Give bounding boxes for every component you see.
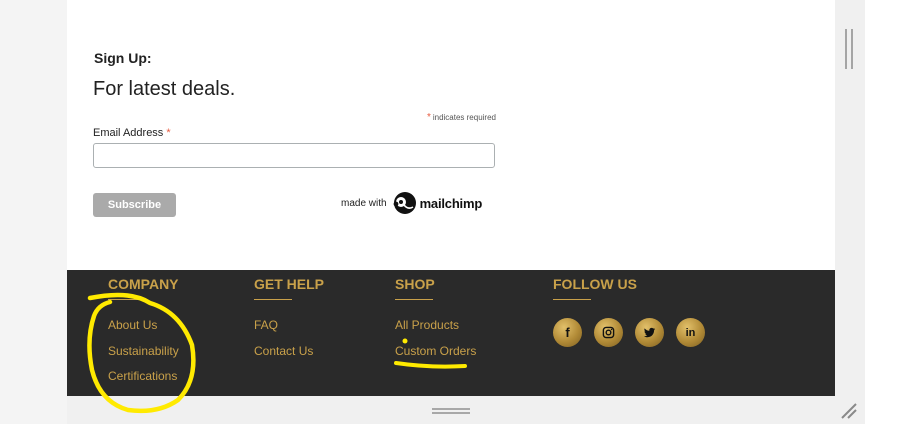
vertical-splitter-grip-icon[interactable] [845,29,855,69]
heading-underline [108,299,146,300]
footer-heading-company: COMPANY [108,276,179,292]
email-required-asterisk: * [166,127,171,139]
email-label-text: Email Address [93,127,164,139]
email-label: Email Address * [93,127,171,139]
signup-subheading: For latest deals. [93,78,236,100]
facebook-icon[interactable]: f [553,318,582,347]
footer-heading-get-help: GET HELP [254,276,325,292]
footer-link-certifications[interactable]: Certifications [108,369,179,395]
footer-link-all-products[interactable]: All Products [395,318,476,344]
heading-underline [395,299,433,300]
facebook-glyph: f [565,325,570,340]
linkedin-glyph: in [685,326,696,339]
twitter-glyph [643,327,656,338]
subscribe-button[interactable]: Subscribe [93,193,176,217]
footer-link-faq[interactable]: FAQ [254,318,324,344]
linkedin-icon[interactable]: in [676,318,705,347]
heading-underline [553,299,591,300]
footer-heading-follow-us: FOLLOW US [553,276,637,292]
footer-column-shop: SHOP All Products Custom Orders [395,276,476,369]
mailchimp-logo-icon [393,192,416,214]
instagram-glyph [602,326,615,339]
footer-link-sustainability[interactable]: Sustainability [108,344,179,370]
footer-link-custom-orders[interactable]: Custom Orders [395,344,476,370]
email-field[interactable] [93,143,495,168]
signup-form: Sign Up: For latest deals. * indicates re… [67,0,835,270]
required-note-text: indicates required [432,113,496,122]
footer-column-follow-us: FOLLOW US f in [553,276,717,347]
right-edge [865,0,904,424]
footer-column-get-help: GET HELP FAQ Contact Us [254,276,324,369]
mailchimp-wordmark: mailchimp [419,195,483,211]
footer-link-about-us[interactable]: About Us [108,318,179,344]
footer: COMPANY About Us Sustainability Certific… [67,270,835,396]
made-with-text: made with [341,197,387,209]
heading-underline [254,299,292,300]
mailchimp-badge[interactable]: made with mailchimp [341,189,482,217]
page: Sign Up: For latest deals. * indicates re… [67,0,835,424]
required-asterisk: * [426,112,431,123]
required-note: * indicates required [367,112,496,123]
footer-heading-shop: SHOP [395,276,435,292]
signup-heading: Sign Up: [94,50,152,66]
resize-handle-icon[interactable] [838,400,860,422]
instagram-icon[interactable] [594,318,623,347]
bottom-bar [67,396,835,424]
footer-column-company: COMPANY About Us Sustainability Certific… [108,276,179,395]
drag-grip-icon[interactable] [432,408,470,416]
twitter-icon[interactable] [635,318,664,347]
left-gutter [0,0,67,424]
footer-link-contact-us[interactable]: Contact Us [254,344,324,370]
